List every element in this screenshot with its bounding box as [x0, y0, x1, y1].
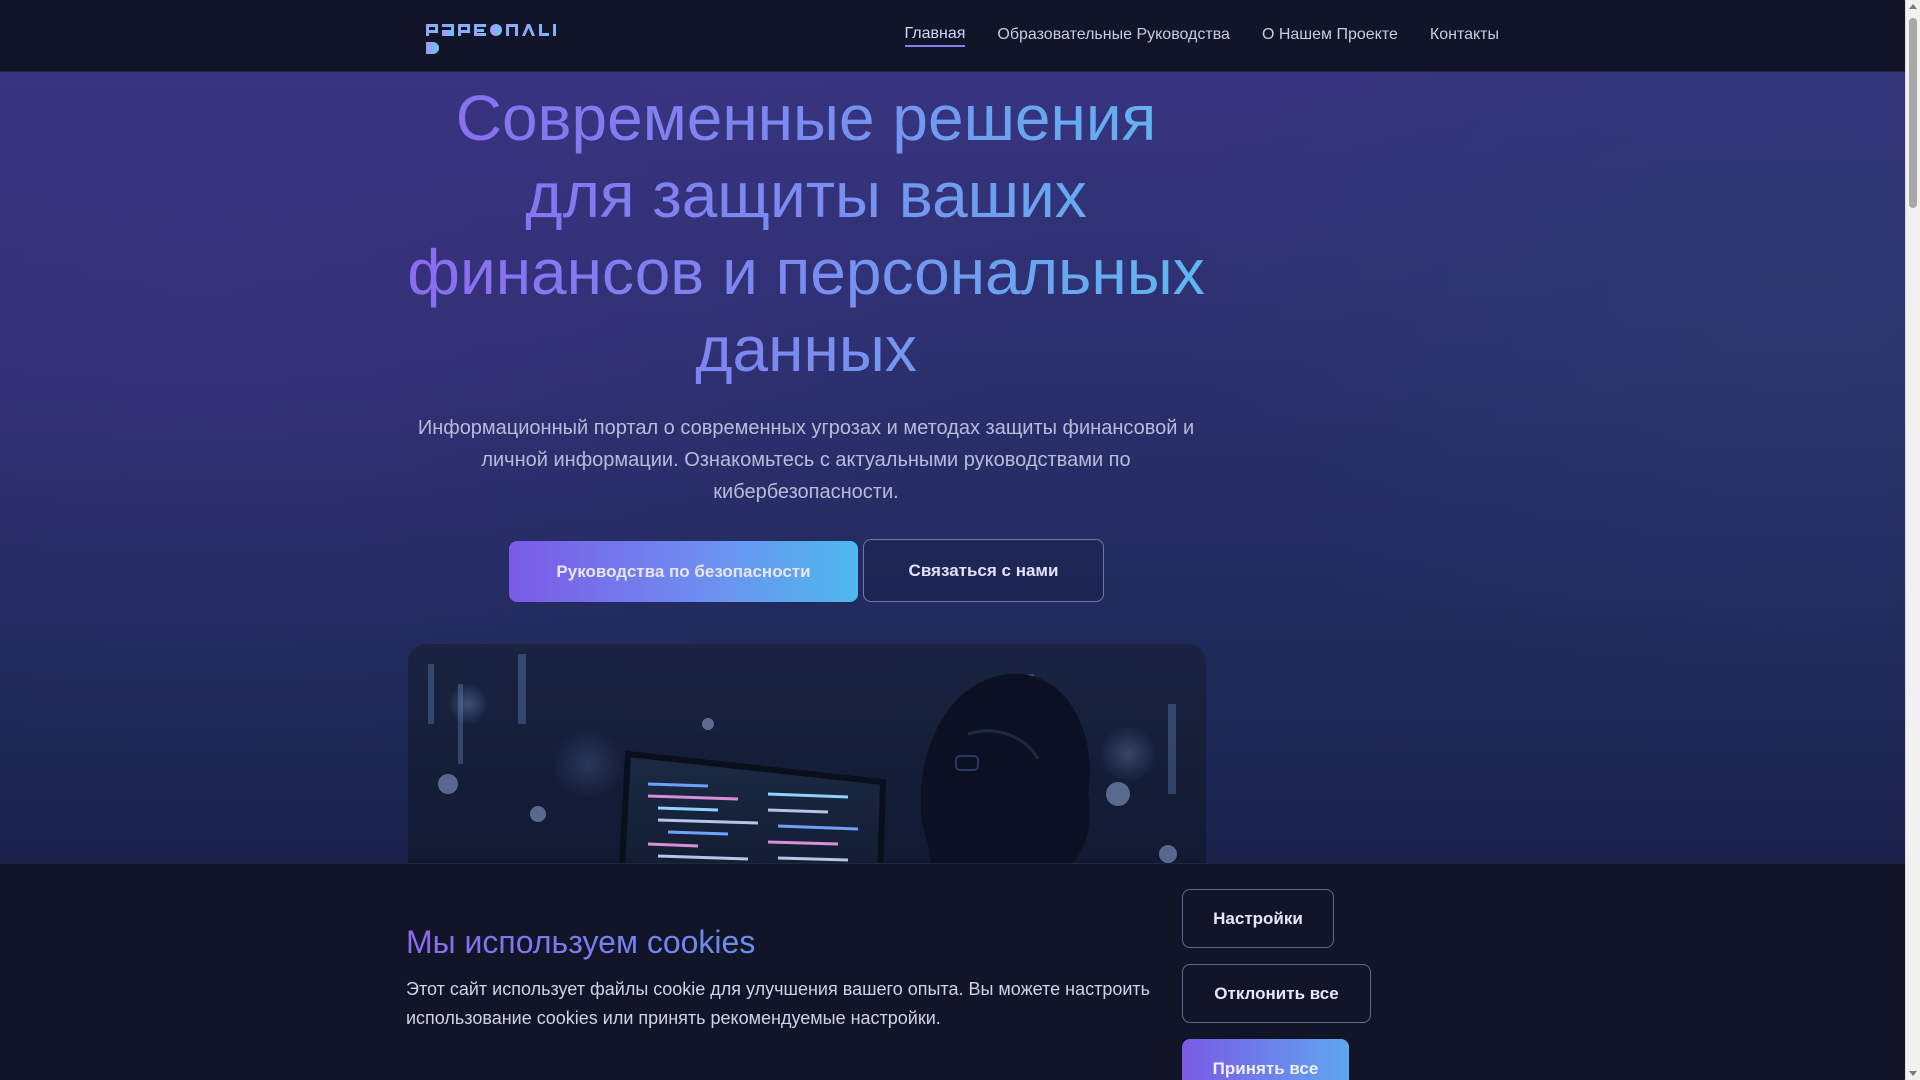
cookie-decline-button[interactable]: Отклонить все [1182, 964, 1371, 1023]
hero-subtitle: Информационный портал о современных угро… [417, 417, 1195, 503]
cookie-banner: Мы используем cookies Этот сайт использу… [0, 863, 1905, 1080]
contact-us-button[interactable]: Связаться с нами [863, 539, 1104, 602]
hero-title: Современные решения для защиты ваших фин… [400, 80, 1212, 388]
nav-link-about[interactable]: О Нашем Проекте [1262, 26, 1398, 46]
logo-mark-icon [426, 24, 556, 54]
security-guides-button[interactable]: Руководства по безопасности [509, 541, 858, 602]
site-logo[interactable] [426, 22, 566, 58]
scroll-thumb[interactable] [1909, 18, 1917, 208]
nav-link-contacts[interactable]: Контакты [1430, 26, 1499, 46]
cookie-accept-button[interactable]: Принять все [1182, 1039, 1349, 1080]
nav-link-guides[interactable]: Образовательные Руководства [997, 26, 1230, 46]
scroll-up-icon[interactable] [1909, 4, 1917, 9]
cookie-settings-button[interactable]: Настройки [1182, 889, 1334, 948]
page-scrollbar[interactable] [1905, 0, 1920, 1080]
nav-link-home[interactable]: Главная [904, 25, 966, 47]
scroll-down-icon[interactable] [1909, 1071, 1917, 1076]
main-nav: Главная Образовательные Руководства О На… [904, 0, 1499, 72]
cookie-description: Этот сайт использует файлы cookie для ул… [406, 979, 1151, 1028]
site-header: Главная Образовательные Руководства О На… [0, 0, 1905, 72]
cookie-title: Мы используем cookies [406, 924, 756, 960]
